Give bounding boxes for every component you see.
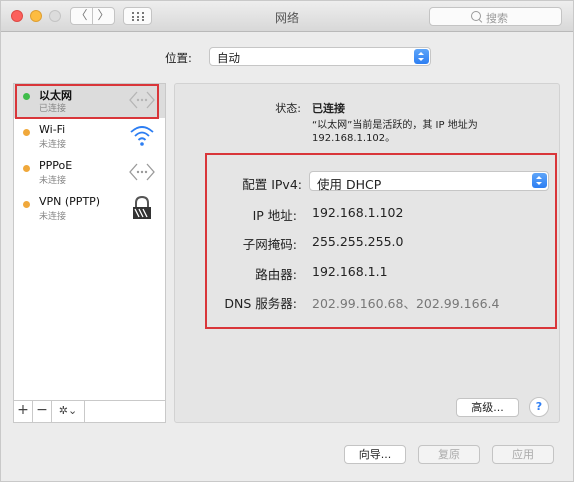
status-label: 状态: [275, 102, 301, 115]
sidebar-toolbar: + − ✲⌄ [13, 401, 166, 423]
service-list: 以太网 已连接 Wi-Fi 未连接 PPPoE 未连接 VPN (PPTP) 未… [13, 83, 166, 401]
help-button[interactable]: ? [529, 397, 549, 417]
service-name: VPN (PPTP) [39, 195, 101, 208]
select-stepper-icon [414, 49, 429, 64]
status-dot-orange-icon [23, 129, 30, 136]
title-bar: 〈 〉 网络 搜索 [1, 1, 573, 32]
highlight-box-ipv4 [205, 153, 557, 329]
location-value: 自动 [217, 51, 240, 65]
vpn-lock-icon [133, 196, 151, 219]
search-placeholder: 搜索 [486, 12, 508, 25]
status-value: 已连接 [312, 102, 345, 115]
apply-button[interactable]: 应用 [492, 445, 554, 464]
gear-menu-button[interactable]: ✲⌄ [52, 401, 85, 422]
pppoe-icon [129, 163, 155, 181]
location-select[interactable]: 自动 [209, 47, 431, 66]
status-description: “以太网”当前是活跃的，其 IP 地址为 192.168.1.102。 [312, 120, 478, 144]
service-name: Wi-Fi [39, 123, 66, 136]
wifi-icon [130, 126, 154, 146]
assist-me-button[interactable]: 向导... [344, 445, 406, 464]
add-service-button[interactable]: + [14, 401, 33, 422]
remove-service-button[interactable]: − [33, 401, 52, 422]
gear-icon: ✲⌄ [58, 404, 78, 417]
service-item-pppoe[interactable]: PPPoE 未连接 [14, 156, 165, 190]
service-status: 未连接 [39, 140, 67, 150]
status-dot-orange-icon [23, 201, 30, 208]
status-dot-orange-icon [23, 165, 30, 172]
service-item-wifi[interactable]: Wi-Fi 未连接 [14, 120, 165, 154]
service-status: 未连接 [39, 176, 67, 186]
service-item-vpn[interactable]: VPN (PPTP) 未连接 [14, 192, 165, 226]
highlight-box-ethernet [15, 84, 159, 119]
revert-button[interactable]: 复原 [418, 445, 480, 464]
service-name: PPPoE [39, 159, 73, 172]
search-input[interactable]: 搜索 [429, 7, 562, 26]
service-status: 未连接 [39, 212, 67, 222]
location-label: 位置: [165, 51, 192, 65]
advanced-button[interactable]: 高级... [456, 398, 519, 417]
search-icon [471, 11, 481, 21]
